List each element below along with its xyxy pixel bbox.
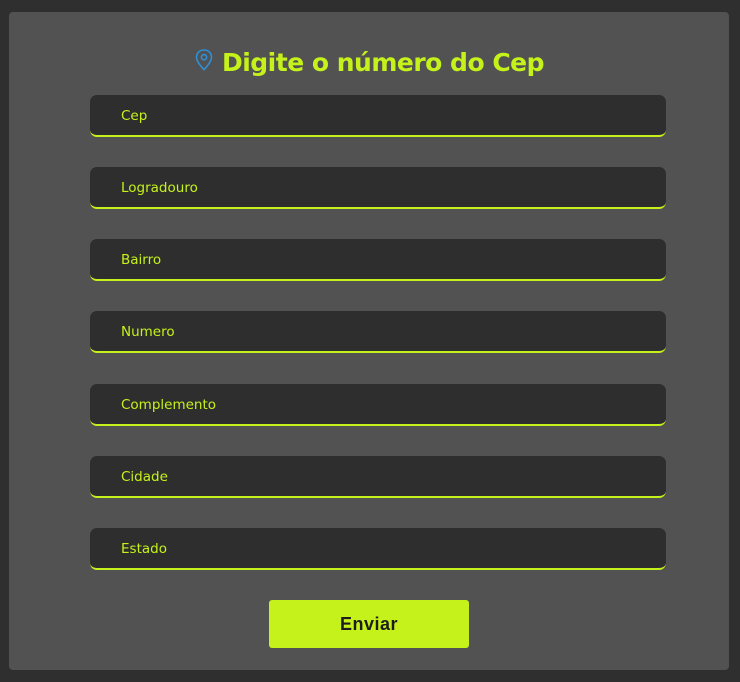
logradouro-field[interactable]: Logradouro: [90, 167, 666, 209]
estado-field[interactable]: Estado: [90, 528, 666, 570]
estado-field-label: Estado: [121, 541, 167, 557]
complemento-field-label: Complemento: [121, 397, 217, 413]
numero-field-label: Numero: [121, 324, 175, 340]
map-pin-icon: [194, 48, 214, 72]
form-card: Digite o número do Cep Cep Logradouro Ba…: [9, 12, 729, 670]
logradouro-field-label: Logradouro: [121, 180, 198, 196]
cidade-field[interactable]: Cidade: [90, 456, 666, 498]
page-title: Digite o número do Cep: [221, 48, 545, 77]
submit-button[interactable]: Enviar: [269, 600, 469, 648]
cidade-field-label: Cidade: [121, 469, 168, 485]
bairro-field-label: Bairro: [121, 252, 162, 268]
numero-field[interactable]: Numero: [90, 311, 666, 353]
bairro-field[interactable]: Bairro: [90, 239, 666, 281]
complemento-field[interactable]: Complemento: [90, 384, 666, 426]
cep-field-label: Cep: [121, 108, 148, 124]
cep-field[interactable]: Cep: [90, 95, 666, 137]
title-row: Digite o número do Cep: [9, 48, 729, 77]
